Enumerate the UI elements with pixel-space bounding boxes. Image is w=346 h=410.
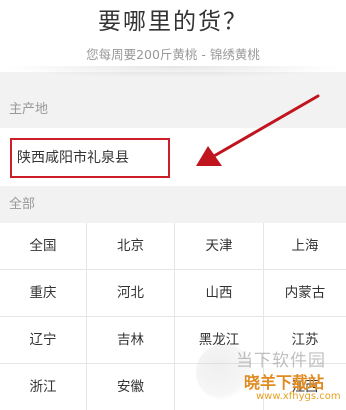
region-cell[interactable]: 上海 [264, 223, 346, 270]
watermark-site-name: 当下软件园 [236, 351, 326, 371]
watermark-url: www.xfhygs.com [256, 391, 341, 402]
page-title: 要哪里的货？ [98, 9, 248, 35]
region-cell[interactable]: 山西 [175, 270, 264, 317]
header: 要哪里的货？ 您每周要200斤黄桃 - 锦绣黄桃 [0, 0, 346, 78]
region-cell[interactable]: 浙江 [0, 364, 87, 410]
page-subtitle: 您每周要200斤黄桃 - 锦绣黄桃 [86, 47, 260, 62]
main-origin-label: 主产地 [9, 102, 49, 117]
region-cell[interactable]: 全国 [0, 223, 87, 270]
region-cell[interactable]: 重庆 [0, 270, 87, 317]
region-cell[interactable]: 吉林 [87, 317, 175, 364]
region-cell[interactable]: 安徽 [87, 364, 175, 410]
region-cell[interactable]: 内蒙古 [264, 270, 346, 317]
watermark-brand: 晓羊下载站 [244, 373, 325, 392]
main-origin-option[interactable]: 陕西咸阳市礼泉县 [10, 138, 170, 178]
all-regions-label: 全部 [9, 197, 36, 212]
region-cell[interactable]: 河北 [87, 270, 175, 317]
main-origin-section: 陕西咸阳市礼泉县 [0, 128, 346, 186]
region-cell[interactable]: 天津 [175, 223, 264, 270]
region-cell[interactable]: 辽宁 [0, 317, 87, 364]
region-cell[interactable]: 北京 [87, 223, 175, 270]
